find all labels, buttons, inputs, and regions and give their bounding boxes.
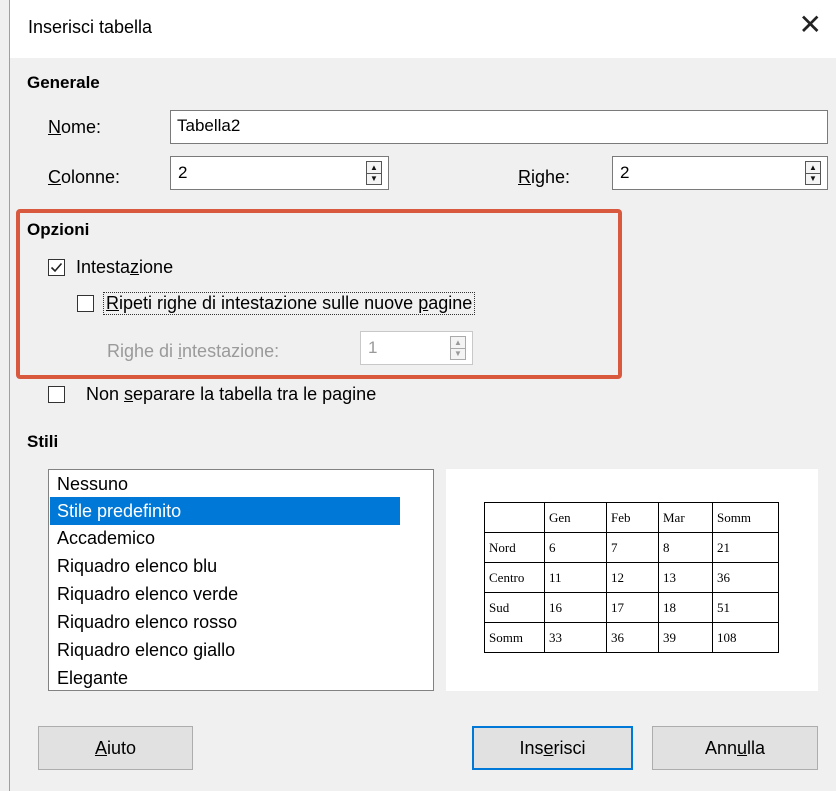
help-button[interactable]: Aiuto bbox=[38, 726, 193, 770]
list-item[interactable]: Riquadro elenco giallo bbox=[57, 640, 235, 661]
header-rows-value[interactable]: 1 bbox=[368, 338, 377, 358]
preview-table: Gen Feb Mar Somm Nord 6 7 8 21 Centro 11… bbox=[484, 502, 779, 653]
header-rows-spin-arrows[interactable]: ▲ ▼ bbox=[450, 336, 466, 360]
list-item[interactable]: Riquadro elenco blu bbox=[57, 556, 217, 577]
rows-label: Righe: bbox=[518, 167, 571, 187]
list-item[interactable]: Riquadro elenco rosso bbox=[57, 612, 237, 633]
table-cell: Somm bbox=[712, 502, 779, 533]
table-cell: 6 bbox=[544, 532, 607, 563]
cancel-button[interactable]: Annulla bbox=[652, 726, 818, 770]
section-heading-options: Opzioni bbox=[27, 220, 90, 239]
section-heading-styles: Stili bbox=[27, 432, 59, 451]
list-item[interactable]: Riquadro elenco verde bbox=[57, 584, 238, 605]
columns-label: Colonne: bbox=[48, 167, 121, 187]
list-item[interactable]: Nessuno bbox=[57, 474, 128, 495]
styles-listbox[interactable]: Nessuno Stile predefinito Accademico Riq… bbox=[48, 469, 434, 691]
table-preview: Gen Feb Mar Somm Nord 6 7 8 21 Centro 11… bbox=[446, 469, 818, 691]
table-cell: 36 bbox=[606, 622, 659, 653]
table-cell: 108 bbox=[712, 622, 779, 653]
rows-spin-arrows[interactable]: ▲ ▼ bbox=[805, 161, 821, 185]
table-row: Centro 11 12 13 36 bbox=[484, 562, 779, 593]
header-checkbox[interactable] bbox=[48, 259, 65, 276]
table-cell: Gen bbox=[544, 502, 607, 533]
table-cell: 7 bbox=[606, 532, 659, 563]
spin-down-icon[interactable]: ▼ bbox=[806, 173, 820, 184]
table-cell: 21 bbox=[712, 532, 779, 563]
table-row: Somm 33 36 39 108 bbox=[484, 622, 779, 653]
name-input[interactable]: Tabella2 bbox=[170, 110, 828, 144]
list-item[interactable]: Accademico bbox=[57, 528, 155, 549]
columns-spinbox[interactable]: 2 ▲ ▼ bbox=[170, 156, 389, 190]
no-split-checkbox[interactable] bbox=[48, 386, 65, 403]
table-row: Gen Feb Mar Somm bbox=[484, 502, 779, 533]
table-cell: Mar bbox=[658, 502, 713, 533]
table-row: Sud 16 17 18 51 bbox=[484, 592, 779, 623]
spin-down-icon[interactable]: ▼ bbox=[367, 173, 381, 184]
header-rows-spinbox[interactable]: 1 ▲ ▼ bbox=[360, 331, 473, 365]
table-cell: 33 bbox=[544, 622, 607, 653]
name-label: Nome: bbox=[48, 117, 102, 137]
table-cell: Somm bbox=[484, 622, 545, 653]
table-cell: 39 bbox=[658, 622, 713, 653]
header-checkbox-label[interactable]: Intestazione bbox=[76, 257, 173, 278]
table-cell: 13 bbox=[658, 562, 713, 593]
table-row: Nord 6 7 8 21 bbox=[484, 532, 779, 563]
title-bar: Inserisci tabella ✕ bbox=[10, 0, 836, 58]
close-icon[interactable]: ✕ bbox=[799, 10, 822, 40]
spin-down-icon[interactable]: ▼ bbox=[451, 348, 465, 359]
table-cell: 51 bbox=[712, 592, 779, 623]
table-cell: 12 bbox=[606, 562, 659, 593]
table-cell bbox=[484, 502, 545, 533]
dialog-title: Inserisci tabella bbox=[28, 17, 153, 37]
window-edge bbox=[0, 0, 10, 791]
table-cell: Centro bbox=[484, 562, 545, 593]
table-cell: 8 bbox=[658, 532, 713, 563]
table-cell: 16 bbox=[544, 592, 607, 623]
list-item-selected[interactable]: Stile predefinito bbox=[57, 501, 181, 522]
columns-spin-arrows[interactable]: ▲ ▼ bbox=[366, 161, 382, 185]
repeat-header-checkbox[interactable] bbox=[77, 295, 94, 312]
rows-value[interactable]: 2 bbox=[620, 163, 629, 183]
insert-button[interactable]: Inserisci bbox=[472, 726, 633, 770]
table-cell: 17 bbox=[606, 592, 659, 623]
list-item[interactable]: Elegante bbox=[57, 668, 128, 689]
no-split-label[interactable]: Non separare la tabella tra le pagine bbox=[86, 384, 376, 405]
table-cell: 18 bbox=[658, 592, 713, 623]
header-rows-label: Righe di intestazione: bbox=[107, 341, 280, 361]
table-cell: 36 bbox=[712, 562, 779, 593]
columns-value[interactable]: 2 bbox=[178, 163, 187, 183]
check-icon bbox=[50, 262, 63, 273]
rows-spinbox[interactable]: 2 ▲ ▼ bbox=[612, 156, 828, 190]
section-heading-general: Generale bbox=[27, 73, 100, 92]
table-cell: Nord bbox=[484, 532, 545, 563]
table-cell: Sud bbox=[484, 592, 545, 623]
table-cell: 11 bbox=[544, 562, 607, 593]
repeat-header-label[interactable]: Ripeti righe di intestazione sulle nuove… bbox=[102, 292, 476, 315]
table-cell: Feb bbox=[606, 502, 659, 533]
